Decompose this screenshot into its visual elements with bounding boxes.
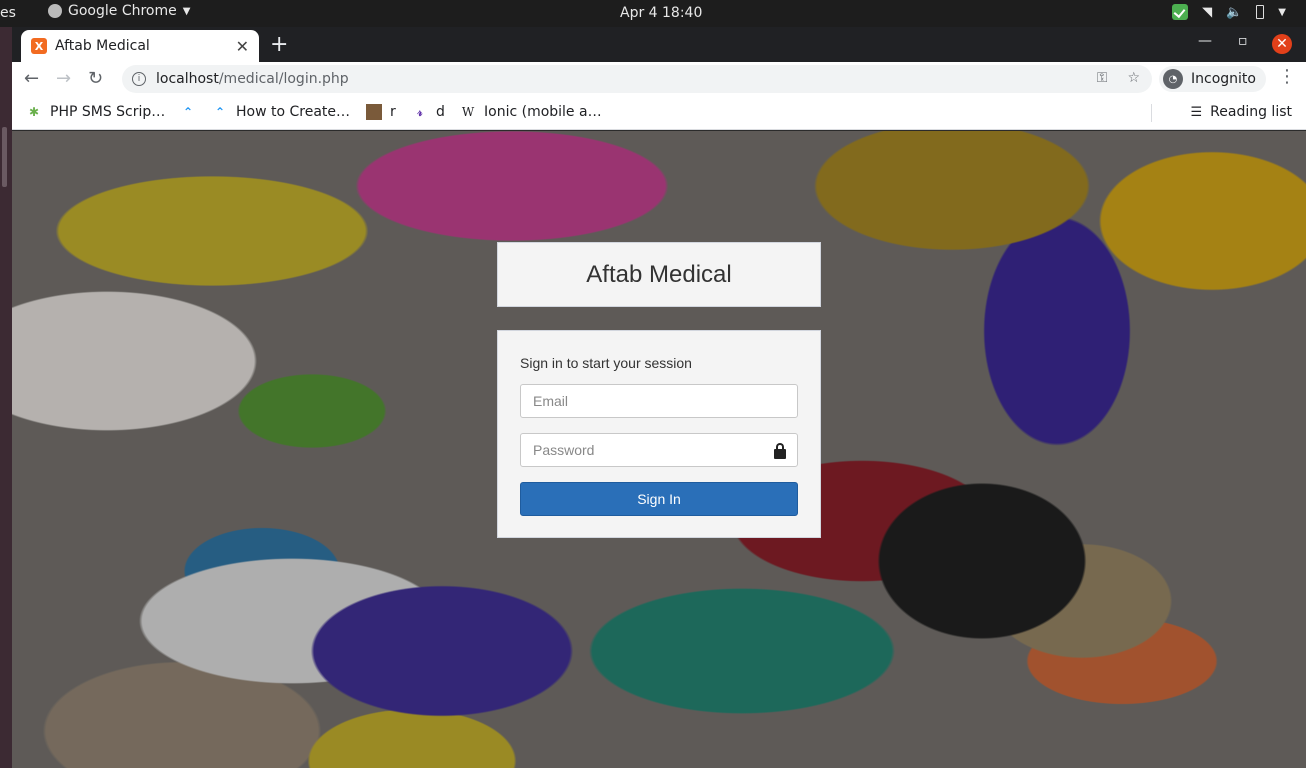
incognito-icon: ◔ [1163,69,1183,89]
dock-scroll-thumb[interactable] [2,127,7,187]
bookmark-item[interactable]: ⌃ How to Create… [212,104,350,120]
chrome-icon [48,4,62,18]
bookmark-label: How to Create… [236,104,351,120]
xampp-favicon-icon: X [31,38,47,54]
email-field-group [520,384,798,418]
volume-icon: 🔈 [1226,4,1243,20]
reading-list-label: Reading list [1210,104,1292,120]
bookmark-label: PHP SMS Scrip… [50,104,166,120]
bookmark-item[interactable]: W Ionic (mobile a… [460,104,602,120]
bookmark-label: Ionic (mobile a… [484,104,602,120]
clock[interactable]: Apr 4 18:40 [620,5,702,21]
brand-title: Aftab Medical [586,260,732,288]
login-logo: Aftab Medical [497,242,821,307]
maximize-icon[interactable]: ▫ [1238,33,1248,49]
close-tab-icon[interactable]: ✕ [236,37,249,56]
back-arrow-icon[interactable]: ← [24,68,39,89]
envelope-icon [772,394,788,410]
bookmark-label: r [390,104,396,120]
battery-icon [1256,5,1265,19]
bookmark-item[interactable]: ⌃ [180,104,196,120]
tab-title: Aftab Medical [55,38,150,54]
caret-down-icon: ▼ [1278,6,1286,18]
reload-icon[interactable]: ↻ [88,68,103,89]
update-icon[interactable] [1172,4,1189,20]
r-icon: 𝓇 [417,104,423,119]
star-icon[interactable]: ☆ [1127,70,1140,86]
bookmarks-bar: ✱ PHP SMS Scrip… ⌃ ⌃ How to Create… r 𝓇 … [12,96,1306,130]
lock-icon [772,443,788,459]
window-close-icon[interactable]: ✕ [1272,34,1292,54]
caret-down-icon: ▼ [182,5,191,17]
password-field-group [520,433,798,467]
bookmark-item[interactable]: r [366,104,396,120]
activities-label[interactable]: es [0,5,16,21]
system-top-bar: es Google Chrome ▼ Apr 4 18:40 ◥ 🔈 ▼ [0,0,1306,27]
sign-in-button[interactable]: Sign In [520,482,798,516]
url-host: localhost [156,71,219,87]
key-icon[interactable]: ⚿ [1097,70,1108,86]
password-input[interactable] [521,434,797,466]
browser-toolbar: ← → ↻ i localhost /medical/login.php ⚿ ☆… [12,62,1306,96]
reading-list-button[interactable]: ☰ Reading list [1191,104,1293,120]
bookmark-item[interactable]: 𝓇 d [412,104,445,120]
pin-icon: ⌃ [182,105,194,119]
app-menu[interactable]: Google Chrome ▼ [48,3,190,19]
wikipedia-icon: W [461,105,475,119]
incognito-button[interactable]: ◔ Incognito [1159,66,1266,92]
pin-icon: ⌃ [214,105,226,119]
bookmark-label: d [436,104,445,120]
site-info-icon[interactable]: i [132,72,146,86]
bookmark-separator [1151,104,1152,122]
login-form: Sign in to start your session Sign In [497,330,821,538]
bug-icon: ✱ [28,105,40,119]
email-input[interactable] [521,385,797,417]
url-path: /medical/login.php [218,71,349,87]
address-bar[interactable]: i localhost /medical/login.php ⚿ ☆ [122,65,1152,93]
tab-strip: X Aftab Medical ✕ + — ▫ ✕ [12,27,1306,62]
reading-list-icon: ☰ [1190,104,1203,120]
incognito-label: Incognito [1191,71,1256,87]
forward-arrow-icon[interactable]: → [56,68,71,89]
login-page: Aftab Medical Sign in to start your sess… [12,131,1306,768]
new-tab-button[interactable]: + [270,32,288,57]
login-message: Sign in to start your session [520,355,692,371]
more-menu-icon[interactable]: ⋮ [1278,66,1296,87]
wifi-icon: ◥ [1202,4,1213,20]
system-tray[interactable]: ◥ 🔈 ▼ [1172,4,1286,20]
bookmark-item[interactable]: ✱ PHP SMS Scrip… [26,104,165,120]
dock [0,27,12,768]
app-menu-label: Google Chrome [68,3,177,19]
image-icon [366,104,382,120]
tab-aftab-medical[interactable]: X Aftab Medical ✕ [21,30,259,62]
minimize-icon[interactable]: — [1198,33,1212,49]
